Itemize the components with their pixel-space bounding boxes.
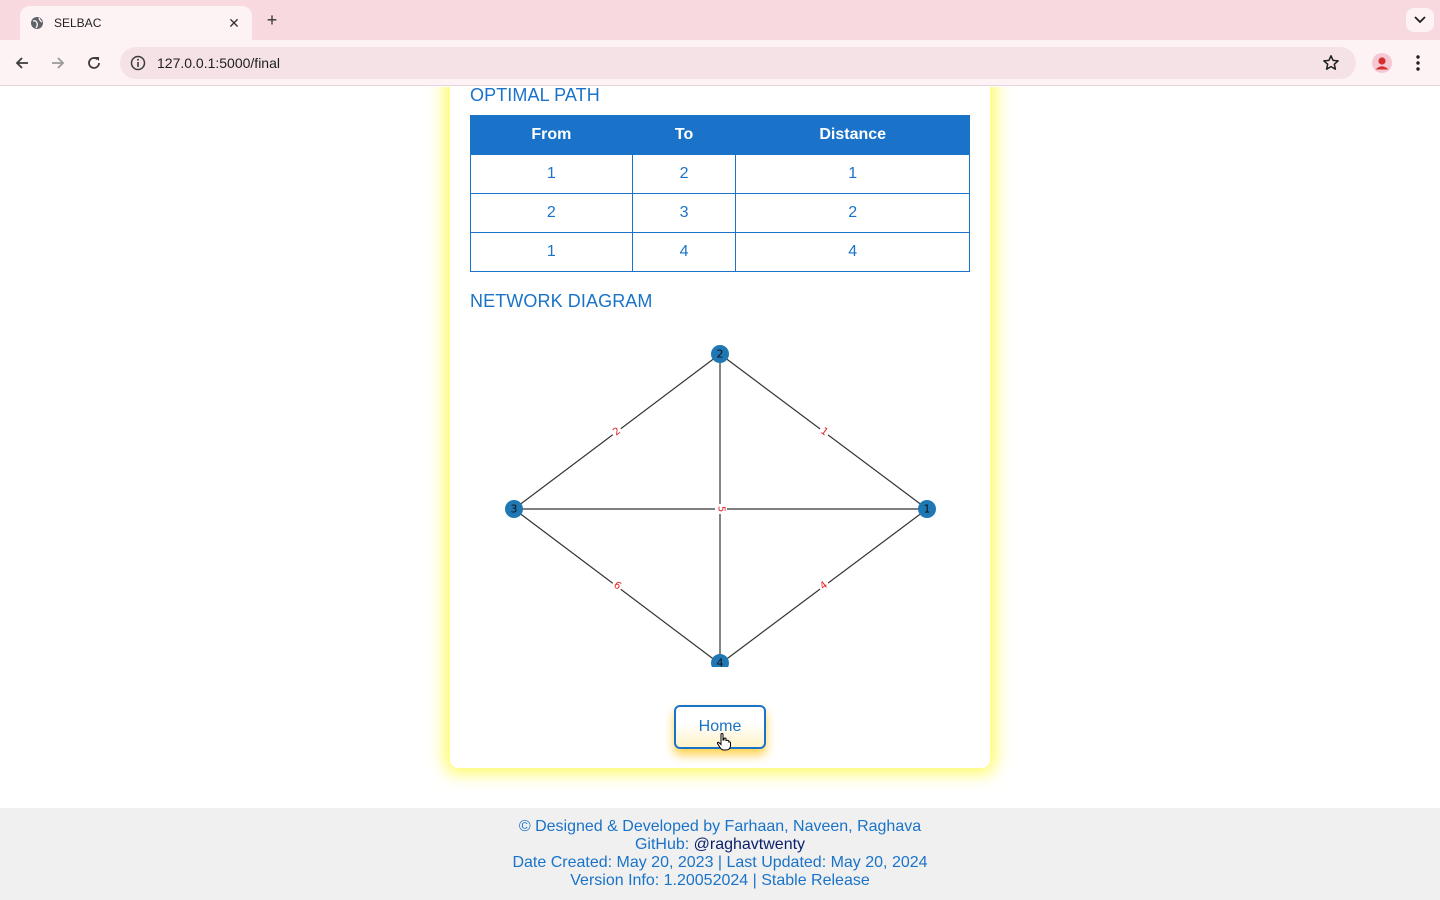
- page-viewport: OPTIMAL PATH From To Distance 1 2 1 2 3: [0, 87, 1440, 900]
- column-header-to: To: [631, 115, 737, 155]
- dates-text: Date Created: May 20, 2023 | Last Update…: [512, 854, 928, 871]
- cell-from: 1: [470, 154, 633, 194]
- url-text[interactable]: 127.0.0.1:5000/final: [157, 55, 280, 71]
- cell-from: 1: [470, 232, 633, 272]
- cell-distance: 1: [735, 154, 970, 194]
- column-header-from: From: [470, 115, 633, 155]
- reload-icon[interactable]: [82, 51, 106, 75]
- edge-weight-label: 5: [716, 506, 727, 512]
- table-row: 1 2 1: [470, 154, 970, 194]
- more-menu-icon[interactable]: [1408, 51, 1428, 75]
- footer: © Designed & Developed by Farhaan, Navee…: [0, 808, 1440, 900]
- browser-tab[interactable]: SELBAC ✕: [20, 6, 252, 40]
- chevron-down-icon[interactable]: [1406, 8, 1434, 32]
- cell-distance: 2: [735, 193, 970, 233]
- tab-strip: SELBAC ✕ +: [0, 0, 1440, 40]
- network-diagram: 1 2 5 6 4 2 3 1 4: [505, 345, 936, 668]
- node-label: 2: [717, 348, 724, 361]
- cell-distance: 4: [735, 232, 970, 272]
- browser-toolbar: 127.0.0.1:5000/final: [0, 40, 1440, 86]
- forward-icon[interactable]: [46, 51, 70, 75]
- table-row: 2 3 2: [470, 193, 970, 233]
- table-header-row: From To Distance: [470, 115, 970, 155]
- network-diagram-title: NETWORK DIAGRAM: [470, 291, 653, 311]
- address-bar[interactable]: 127.0.0.1:5000/final: [120, 47, 1356, 79]
- github-link[interactable]: @raghavtwenty: [694, 836, 805, 853]
- table-row: 1 4 4: [470, 232, 970, 272]
- site-info-icon[interactable]: [128, 53, 148, 73]
- profile-avatar-icon[interactable]: [1370, 51, 1394, 75]
- cell-to: 4: [631, 232, 737, 272]
- result-card: OPTIMAL PATH From To Distance 1 2 1 2 3: [450, 87, 990, 768]
- node-label: 1: [924, 503, 931, 516]
- bookmark-star-icon[interactable]: [1320, 52, 1342, 74]
- version-text: Version Info: 1.20052024 | Stable Releas…: [570, 872, 870, 889]
- cell-from: 2: [470, 193, 633, 233]
- cell-to: 2: [631, 154, 737, 194]
- cell-to: 3: [631, 193, 737, 233]
- new-tab-icon[interactable]: +: [262, 10, 282, 30]
- close-icon[interactable]: ✕: [226, 15, 242, 31]
- node-label: 3: [511, 503, 518, 516]
- node-label: 4: [717, 657, 724, 668]
- optimal-path-table: From To Distance 1 2 1 2 3 2 1 4 4: [470, 115, 970, 272]
- github-line: GitHub: @raghavtwenty: [0, 836, 1440, 854]
- globe-icon: [30, 16, 44, 30]
- tab-title: SELBAC: [54, 16, 102, 30]
- optimal-path-title: OPTIMAL PATH: [470, 87, 600, 105]
- hand-cursor-icon: [716, 733, 731, 751]
- column-header-distance: Distance: [735, 115, 970, 155]
- back-icon[interactable]: [10, 51, 34, 75]
- github-label: GitHub:: [634, 836, 694, 853]
- credits-text: © Designed & Developed by Farhaan, Navee…: [518, 818, 922, 835]
